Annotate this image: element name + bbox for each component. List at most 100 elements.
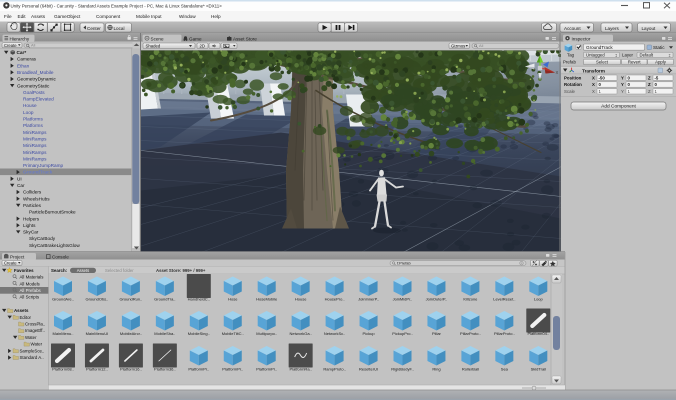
svg-text:Loop: Loop	[534, 297, 544, 302]
svg-text:Sea: Sea	[501, 367, 509, 372]
svg-text:Game: Game	[189, 36, 202, 41]
svg-text:GroundObs..: GroundObs..	[85, 297, 108, 302]
svg-text:NetworkGa..: NetworkGa..	[290, 331, 312, 336]
svg-text:Search:: Search:	[51, 268, 68, 273]
svg-text:RigidBodyF..: RigidBodyF..	[391, 367, 413, 372]
svg-text:X: X	[592, 89, 595, 94]
svg-text:Broadleaf_Mobile: Broadleaf_Mobile	[17, 70, 54, 75]
svg-text:Create: Create	[4, 43, 17, 48]
svg-text:Unity Personal (64bit) - Car.u: Unity Personal (64bit) - Car.unity - Sta…	[11, 4, 223, 9]
svg-text:HousePro..: HousePro..	[325, 297, 345, 302]
svg-text:ImageEff..: ImageEff..	[25, 328, 45, 333]
svg-text:Y: Y	[621, 89, 624, 94]
svg-text:Project: Project	[10, 255, 25, 260]
svg-text:Layout: Layout	[642, 26, 657, 31]
svg-text:JoinMidPr..: JoinMidPr..	[393, 297, 413, 302]
svg-text:PillarProto..: PillarProto..	[460, 331, 481, 336]
svg-text:Component: Component	[96, 14, 121, 19]
svg-text:All Prefabs: All Prefabs	[20, 288, 42, 293]
svg-text:Pickup: Pickup	[363, 331, 376, 336]
svg-text:MobileAircr..: MobileAircr..	[120, 331, 142, 336]
svg-text:‡: ‡	[669, 53, 671, 58]
svg-text:Tag: Tag	[567, 52, 575, 57]
svg-text:2D: 2D	[200, 44, 206, 49]
svg-text:UI: UI	[17, 176, 22, 181]
svg-text:Window: Window	[179, 14, 196, 19]
svg-text:MainMenu..: MainMenu..	[53, 331, 74, 336]
svg-text:Select: Select	[596, 60, 609, 65]
svg-text:Car*: Car*	[17, 50, 27, 55]
svg-text:Platforms: Platforms	[23, 117, 43, 122]
svg-text:All Scripts: All Scripts	[20, 295, 40, 300]
svg-text:Z: Z	[648, 82, 651, 87]
svg-text:LevelReset..: LevelReset..	[493, 297, 515, 302]
svg-text:Asset Store: Asset Store	[233, 36, 257, 41]
svg-text:Colliders: Colliders	[23, 190, 42, 195]
svg-text:All: All	[31, 43, 35, 48]
svg-text:Assets: Assets	[14, 308, 29, 313]
svg-text:All Materials: All Materials	[20, 275, 45, 280]
svg-text:MobileSing..: MobileSing..	[188, 331, 210, 336]
svg-text:MiniRamps: MiniRamps	[23, 136, 47, 141]
svg-text:GroundTrack: GroundTrack	[586, 45, 613, 50]
svg-text:HoseMobile: HoseMobile	[256, 297, 278, 302]
svg-text:WheelsHubs: WheelsHubs	[23, 196, 50, 201]
svg-text:PlatformPr..: PlatformPr..	[188, 367, 209, 372]
svg-text:SkyCarBody: SkyCarBody	[29, 236, 56, 241]
svg-text:PlatformPr..: PlatformPr..	[222, 367, 243, 372]
svg-text:MiniRamps: MiniRamps	[23, 156, 47, 161]
svg-text:MiniRamps: MiniRamps	[23, 143, 47, 148]
svg-text:-5: -5	[655, 75, 659, 80]
svg-text:Selected folder: Selected folder	[105, 268, 134, 273]
svg-text:GameObject: GameObject	[54, 14, 81, 19]
svg-text:JoinInnerP..: JoinInnerP..	[358, 297, 379, 302]
svg-text:Prefab: Prefab	[563, 59, 576, 64]
svg-text:Z: Z	[648, 89, 651, 94]
svg-text:SkyCar: SkyCar	[23, 230, 39, 235]
svg-text:House: House	[23, 103, 37, 108]
svg-text:MiniRamps: MiniRamps	[23, 130, 47, 135]
svg-text:Static: Static	[653, 45, 665, 50]
svg-text:RampElevated: RampElevated	[23, 97, 54, 102]
svg-text:CrossPla..: CrossPla..	[25, 322, 45, 327]
svg-text:ParticleBurnoutSmoke: ParticleBurnoutSmoke	[29, 210, 76, 215]
svg-text:All Models: All Models	[20, 281, 41, 286]
svg-text:SampleSce..: SampleSce..	[20, 348, 45, 353]
svg-text:Asset Store: 999+ / 999+: Asset Store: 999+ / 999+	[156, 268, 206, 273]
svg-text:Help: Help	[211, 14, 221, 19]
svg-text:SkidTrail: SkidTrail	[531, 367, 547, 372]
svg-text:Ring: Ring	[432, 367, 440, 372]
svg-text:Multipurpo..: Multipurpo..	[256, 331, 277, 336]
svg-text:SkyCarBrakeLightsGlow: SkyCarBrakeLightsGlow	[29, 243, 80, 248]
svg-text:PickupPro..: PickupPro..	[392, 331, 412, 336]
svg-text:GroundAre..: GroundAre..	[52, 297, 74, 302]
svg-text:HandheldC..: HandheldC..	[188, 297, 210, 302]
svg-text:MobileSha..: MobileSha..	[154, 331, 175, 336]
svg-text:Platform16..: Platform16..	[120, 367, 142, 372]
svg-text:Add Component: Add Component	[601, 104, 636, 110]
svg-text:ResetterUI: ResetterUI	[359, 367, 378, 372]
svg-text:GroundTra..: GroundTra..	[154, 297, 175, 302]
svg-text:Hierarchy: Hierarchy	[10, 36, 30, 41]
svg-text:GeometryDynamic: GeometryDynamic	[17, 77, 56, 82]
svg-text:‡: ‡	[615, 53, 617, 58]
svg-text:Shaded: Shaded	[146, 44, 161, 49]
svg-text:Platform12..: Platform12..	[86, 367, 108, 372]
svg-text:Assets: Assets	[77, 268, 90, 273]
svg-text:All: All	[479, 43, 483, 48]
svg-text:Platform36..: Platform36..	[154, 367, 176, 372]
svg-text:RampProto..: RampProto..	[323, 367, 345, 372]
svg-text:MainMenuUI: MainMenuUI	[86, 331, 109, 336]
svg-text:Account: Account	[564, 26, 581, 31]
svg-text:PlatformPr..: PlatformPr..	[256, 367, 277, 372]
svg-text:Favorites: Favorites	[14, 268, 34, 273]
svg-text:Y: Y	[621, 82, 624, 87]
svg-text:t:Prefab: t:Prefab	[397, 261, 411, 266]
svg-text:Killzone: Killzone	[463, 297, 478, 302]
svg-text:Center: Center	[87, 26, 101, 31]
svg-text:Particles: Particles	[23, 203, 42, 208]
svg-text:Position: Position	[564, 75, 582, 80]
svg-text:Scale: Scale	[564, 89, 576, 94]
svg-text:Inspector: Inspector	[572, 36, 591, 41]
svg-text:GroundTrack: GroundTrack	[23, 170, 53, 175]
